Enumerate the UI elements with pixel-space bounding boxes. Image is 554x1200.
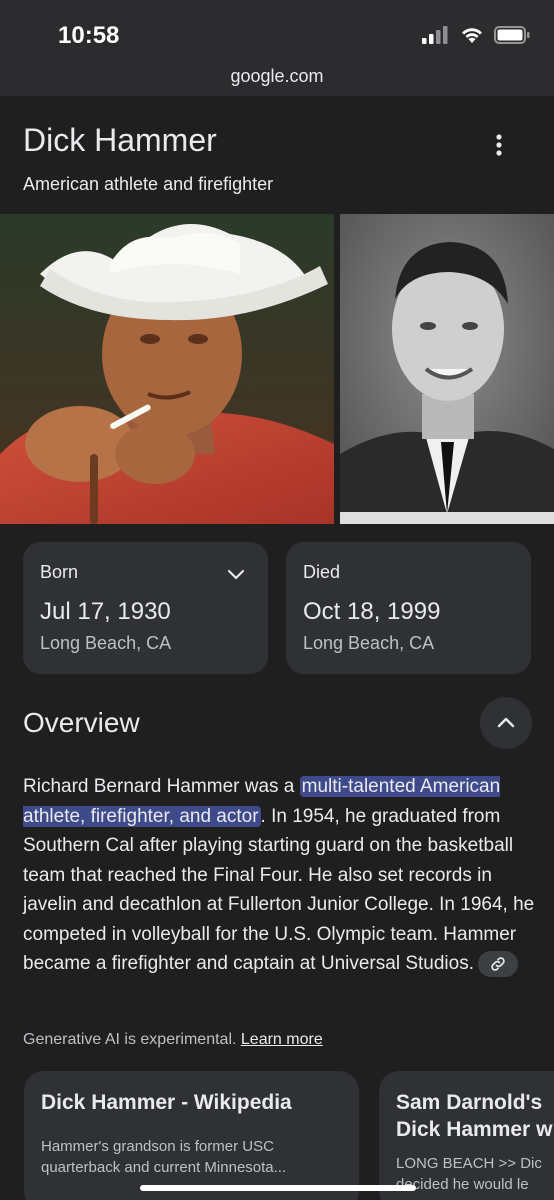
source-snippet-line: LONG BEACH >> Dic [396,1155,542,1172]
chevron-down-icon[interactable] [224,562,248,586]
entity-title: Dick Hammer [23,122,217,158]
status-icons [422,26,530,44]
overview-heading: Overview [23,707,140,738]
wifi-icon [462,28,482,43]
ai-disclaimer-text: Generative AI is experimental. [23,1031,237,1048]
source-snippet: Hammer's grandson is former USC quarterb… [41,1136,286,1178]
source-card-wikipedia[interactable]: Dick Hammer - Wikipedia Hammer's grandso… [24,1071,359,1200]
chevron-up-icon [497,717,515,728]
source-snippet: LONG BEACH >> Dic decided he would le [396,1153,542,1195]
url-text: google.com [230,66,324,86]
born-date: Jul 17, 1930 [40,598,171,625]
status-bar: 10:58 [0,0,554,64]
address-bar[interactable]: google.com [0,64,554,96]
source-title-line: Dick Hammer w [396,1118,553,1141]
source-title: Dick Hammer - Wikipedia [41,1091,292,1114]
born-card[interactable]: Born Jul 17, 1930 Long Beach, CA [23,542,268,674]
battery-icon [494,26,530,44]
source-title: Sam Darnold's Dick Hammer w [396,1089,552,1143]
link-icon [491,957,505,971]
overview-text-before: Richard Bernard Hammer was a [23,776,300,797]
died-label: Died [303,562,341,582]
more-vert-icon[interactable] [484,128,514,162]
collapse-button[interactable] [480,697,532,749]
learn-more-link[interactable]: Learn more [241,1031,323,1048]
entity-subtitle: American athlete and firefighter [23,174,274,194]
source-snippet-line: Hammer's grandson is former USC [41,1138,274,1155]
source-card-article[interactable]: Sam Darnold's Dick Hammer w LONG BEACH >… [379,1071,554,1200]
source-title-line: Sam Darnold's [396,1091,543,1114]
home-indicator[interactable] [140,1185,416,1191]
overview-text: Richard Bernard Hammer was a multi-talen… [23,772,538,979]
source-snippet-line: quarterback and current Minnesota... [41,1159,287,1176]
died-date: Oct 18, 1999 [303,598,441,625]
ai-disclaimer: Generative AI is experimental. Learn mor… [23,1031,323,1049]
born-label: Born [40,562,79,582]
born-place: Long Beach, CA [40,633,172,653]
signal-icon [422,26,448,44]
died-card[interactable]: Died Oct 18, 1999 Long Beach, CA [286,542,531,674]
source-snippet-line: decided he would le [396,1176,529,1193]
link-chip[interactable] [477,950,518,977]
black-and-white-portrait-photo[interactable] [340,214,554,524]
died-place: Long Beach, CA [303,633,435,653]
cowboy-portrait-photo[interactable] [0,214,334,524]
status-time: 10:58 [58,22,120,49]
overview-text-after: . In 1954, he graduated from Southern Ca… [23,805,535,975]
